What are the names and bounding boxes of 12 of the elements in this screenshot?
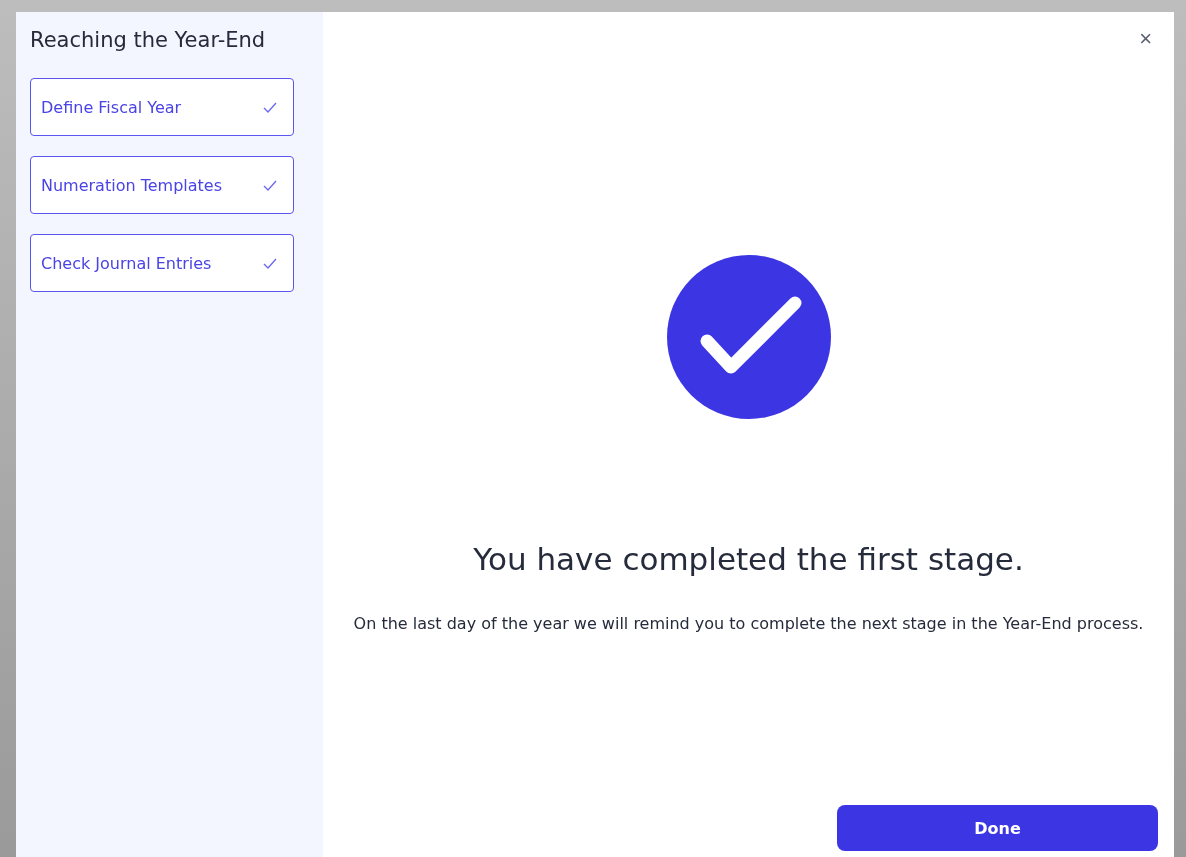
sidebar-title: Reaching the Year-End (30, 28, 267, 52)
close-button[interactable]: × (1135, 26, 1156, 52)
step-label: Define Fiscal Year (41, 97, 182, 117)
step-item[interactable]: Check Journal Entries (30, 234, 294, 292)
step-item[interactable]: Define Fiscal Year (30, 78, 294, 136)
step-label: Numeration Templates (41, 175, 222, 195)
done-button[interactable]: Done (837, 805, 1158, 851)
check-circle-icon (666, 255, 831, 419)
completion-heading: You have completed the first stage. (473, 541, 1024, 577)
step-label: Check Journal Entries (41, 253, 212, 273)
step-item[interactable]: Numeration Templates (30, 156, 294, 214)
completion-message: On the last day of the year we will remind you to complete the next stage in the Year-End process. (352, 613, 1145, 635)
